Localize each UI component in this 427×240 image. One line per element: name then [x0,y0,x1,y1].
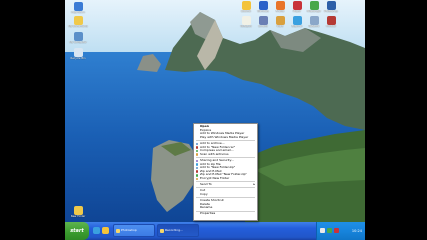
network-icon [309,16,319,25]
context-menu-item-label: Open [200,125,209,128]
recycle-bin-icon [73,48,83,57]
desktop-icon-my-computer[interactable]: My Computer [67,32,89,44]
desktop-icon-firewall[interactable]: Firewall [320,16,342,28]
context-menu-item[interactable]: Scan with antivirus [194,153,257,157]
context-menu-item[interactable]: Encrypt New Folder [194,177,257,181]
context-menu-item-label: Properties [200,212,216,216]
clock: 10:24 [351,229,362,233]
context-menu-item-label: Play with Windows Media Player [200,135,249,139]
messenger-icon [309,1,319,10]
antivirus-icon[interactable] [334,228,339,233]
context-menu-item-label: Zip and E-Mail "New Folder.zip" [200,173,247,177]
network-status-icon[interactable] [327,228,332,233]
context-menu-item-label: Add to Windows Media Player [200,132,245,136]
context-menu-item-label: Delete [200,202,210,206]
context-menu-item-label: Cut [200,189,206,193]
context-menu-item[interactable]: Properties [194,212,257,216]
context-menu-item-label: Create Shortcut [200,199,224,203]
explorer-icon [292,16,302,25]
media-player-icon [292,1,302,10]
browser-icon [275,1,285,10]
context-menu-item[interactable]: Copy [194,193,257,197]
control-panel-icon [258,16,268,25]
photoshop-icon [326,1,336,10]
context-menu-item-label: Add to archive... [200,141,225,145]
desktop-icon-my-documents[interactable]: My Documents [67,16,89,28]
taskbar: start Photoshop Recording... 10:24 [65,222,365,240]
quick-launch-browser-icon[interactable] [93,227,100,234]
document-icon [73,2,83,11]
menu-item-icon [195,177,199,181]
windows-icon [258,1,268,10]
desktop-icon-inspiration[interactable]: Inspiration [67,2,89,14]
computer-icon [73,32,83,41]
context-menu: Open Explore Add to Windows Media Player Pl… [193,123,258,221]
desktop-icon-recycle-bin[interactable]: Recycle Bin [67,48,89,60]
video-frame: Inspiration My Documents My Computer Rec… [0,0,427,240]
taskbar-button-recording[interactable]: Recording... [157,224,199,237]
mail-icon [241,1,251,10]
context-menu-item-label: Add to "New Folder.rar" [200,145,236,149]
submenu-arrow-icon: ▸ [253,183,255,187]
letterbox-left [0,0,65,240]
context-menu-item-label: Add to zip file [200,162,221,166]
context-menu-item-label: Encrypt New Folder [200,176,230,180]
menu-item-icon [195,153,199,156]
volume-icon[interactable] [320,228,325,233]
window-icon [116,229,120,233]
context-menu-item-label: Add to "New Folder.zip" [200,166,236,170]
context-menu-item-label: Send To [200,183,212,187]
context-menu-item[interactable]: Rename [194,206,257,210]
context-menu-item-label: Explore [200,128,212,132]
context-menu-item-label: Zip and E-Mail [200,169,222,173]
notepad-icon [241,16,251,25]
desktop-icon-new-folder[interactable]: New Folder [67,206,89,218]
system-tray: 10:24 [316,222,365,240]
context-menu-item[interactable]: Play with Windows Media Player [194,136,257,140]
folder-icon [73,16,83,25]
window-icon [160,229,164,233]
paint-icon [275,16,285,25]
context-menu-item-label: Copy [200,192,208,196]
shield-icon [326,16,336,25]
start-button[interactable]: start [65,222,89,240]
context-menu-item-label: Compress and email... [200,149,234,153]
context-menu-item[interactable]: Send To ▸ [194,183,257,187]
letterbox-right [365,0,427,240]
quick-launch-mail-icon[interactable] [102,227,109,234]
taskbar-button-photoshop[interactable]: Photoshop [113,224,155,237]
desktop-icon-photoshop[interactable]: Photoshop [320,1,342,13]
context-menu-item-label: Rename [200,206,213,210]
context-menu-item-label: Sharing and Security... [200,158,234,162]
folder-icon [73,206,83,215]
context-menu-item-label: Scan with antivirus [200,152,229,156]
